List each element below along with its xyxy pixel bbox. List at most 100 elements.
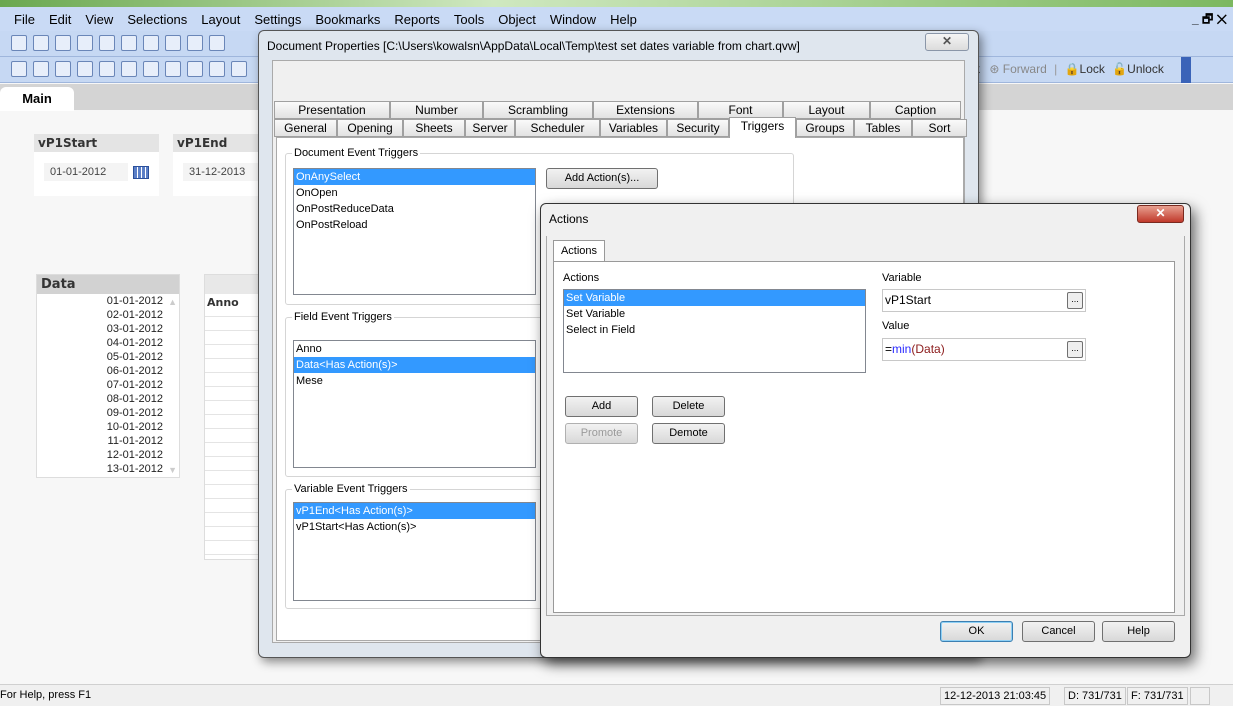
multibox-icon[interactable]	[165, 61, 181, 77]
listbox-item[interactable]: 02-01-2012	[37, 308, 163, 322]
tab-server[interactable]: Server	[465, 119, 515, 137]
listbox-item[interactable]: 05-01-2012	[37, 350, 163, 364]
unlock-button[interactable]: 🔓Unlock	[1112, 62, 1164, 76]
variable-input[interactable]: vP1Start...	[882, 289, 1086, 312]
trigger-item[interactable]: OnPostReload	[294, 217, 535, 233]
checkbox-icon[interactable]	[231, 61, 247, 77]
variable-triggers-list[interactable]: vP1End<Has Action(s)> vP1Start<Has Action…	[293, 502, 536, 601]
menu-layout[interactable]: Layout	[201, 12, 240, 27]
tab-tables[interactable]: Tables	[854, 119, 912, 137]
sum-icon[interactable]	[121, 61, 137, 77]
trigger-item[interactable]: vP1End<Has Action(s)>	[294, 503, 535, 519]
trigger-item[interactable]: OnPostReduceData	[294, 201, 535, 217]
trigger-item[interactable]: Mese	[294, 373, 535, 389]
tab-main[interactable]: Main	[0, 87, 74, 111]
menu-window[interactable]: Window	[550, 12, 596, 27]
document-triggers-list[interactable]: OnAnySelect OnOpen OnPostReduceData OnPostR…	[293, 168, 536, 295]
open-icon[interactable]	[33, 35, 49, 51]
tab-sort[interactable]: Sort	[912, 119, 967, 137]
menu-file[interactable]: File	[14, 12, 35, 27]
reload-data-icon[interactable]	[143, 35, 159, 51]
input-box-icon[interactable]	[209, 61, 225, 77]
browse-variable-button[interactable]: ...	[1067, 292, 1083, 309]
chart-icon[interactable]	[187, 61, 203, 77]
reload-icon[interactable]	[55, 35, 71, 51]
add-button[interactable]: Add	[565, 396, 638, 417]
table-icon[interactable]	[143, 61, 159, 77]
trigger-item[interactable]: vP1Start<Has Action(s)>	[294, 519, 535, 535]
browse-value-button[interactable]: ...	[1067, 341, 1083, 358]
scroll-up-icon[interactable]: ▲	[168, 297, 177, 307]
window-controls[interactable]: _ 🗗 ✕	[1192, 10, 1227, 31]
trigger-item[interactable]: Anno	[294, 341, 535, 357]
delete-button[interactable]: Delete	[652, 396, 725, 417]
listbox-item[interactable]: 07-01-2012	[37, 378, 163, 392]
add-actions-button[interactable]: Add Action(s)...	[546, 168, 658, 189]
menu-view[interactable]: View	[85, 12, 113, 27]
listbox-item[interactable]: 13-01-2012	[37, 462, 163, 476]
tab-opening[interactable]: Opening	[337, 119, 403, 137]
help-button[interactable]: Help	[1102, 621, 1175, 642]
tab-caption[interactable]: Caption	[870, 101, 961, 119]
new-icon[interactable]	[11, 35, 27, 51]
listbox-icon[interactable]	[99, 61, 115, 77]
trigger-item[interactable]: Data<Has Action(s)>	[294, 357, 535, 373]
undo-icon[interactable]	[165, 35, 181, 51]
listbox-item[interactable]: 08-01-2012	[37, 392, 163, 406]
scroll-down-icon[interactable]: ▼	[168, 465, 177, 475]
search-icon[interactable]	[209, 35, 225, 51]
tab-security[interactable]: Security	[667, 119, 729, 137]
menu-help[interactable]: Help	[610, 12, 637, 27]
menu-settings[interactable]: Settings	[254, 12, 301, 27]
action-item[interactable]: Set Variable	[564, 306, 865, 322]
tab-scheduler[interactable]: Scheduler	[515, 119, 600, 137]
close-icon[interactable]: ✕	[1137, 205, 1184, 223]
listbox-item[interactable]: 11-01-2012	[37, 434, 163, 448]
tab-general[interactable]: General	[274, 119, 337, 137]
menu-tools[interactable]: Tools	[454, 12, 484, 27]
actions-list[interactable]: Set Variable Set Variable Select in Field	[563, 289, 866, 373]
cancel-button[interactable]: Cancel	[1022, 621, 1095, 642]
vp1start-value[interactable]: 01-01-2012	[44, 163, 128, 181]
tab-scrambling[interactable]: Scrambling	[483, 101, 593, 119]
tab-actions[interactable]: Actions	[553, 240, 605, 262]
toolbar-overflow[interactable]	[1181, 57, 1191, 83]
tab-sheets[interactable]: Sheets	[403, 119, 465, 137]
menu-edit[interactable]: Edit	[49, 12, 71, 27]
close-icon[interactable]: ✕	[925, 33, 969, 51]
forward-icon[interactable]	[55, 61, 71, 77]
table-header-anno[interactable]: Anno	[205, 294, 261, 311]
back-icon[interactable]	[33, 61, 49, 77]
redo-icon[interactable]	[187, 35, 203, 51]
save-icon[interactable]	[77, 35, 93, 51]
tab-number[interactable]: Number	[390, 101, 483, 119]
promote-button[interactable]: Promote	[565, 423, 638, 444]
listbox-item[interactable]: 03-01-2012	[37, 322, 163, 336]
listbox-item[interactable]: 04-01-2012	[37, 336, 163, 350]
forward-button[interactable]: ⊛ Forward	[989, 62, 1046, 76]
trigger-item[interactable]: OnOpen	[294, 185, 535, 201]
field-triggers-list[interactable]: Anno Data<Has Action(s)> Mese	[293, 340, 536, 468]
menu-object[interactable]: Object	[498, 12, 536, 27]
action-item[interactable]: Set Variable	[564, 290, 865, 306]
tab-layout[interactable]: Layout	[783, 101, 870, 119]
action-item[interactable]: Select in Field	[564, 322, 865, 338]
tab-triggers[interactable]: Triggers	[729, 117, 796, 138]
listbox-item[interactable]: 09-01-2012	[37, 406, 163, 420]
listbox-item[interactable]: 10-01-2012	[37, 420, 163, 434]
new-sheet-icon[interactable]	[11, 61, 27, 77]
listbox-item[interactable]: 12-01-2012	[37, 448, 163, 462]
ok-button[interactable]: OK	[940, 621, 1013, 642]
print-icon[interactable]	[99, 35, 115, 51]
properties-icon[interactable]	[77, 61, 93, 77]
calendar-icon[interactable]	[133, 166, 149, 179]
value-input[interactable]: =min(Data)...	[882, 338, 1086, 361]
trigger-item[interactable]: OnAnySelect	[294, 169, 535, 185]
lock-button[interactable]: 🔒Lock	[1065, 62, 1105, 76]
menu-selections[interactable]: Selections	[127, 12, 187, 27]
vp1end-value[interactable]: 31-12-2013	[183, 163, 263, 181]
listbox-item[interactable]: 06-01-2012	[37, 364, 163, 378]
tab-extensions[interactable]: Extensions	[593, 101, 698, 119]
demote-button[interactable]: Demote	[652, 423, 725, 444]
menu-reports[interactable]: Reports	[394, 12, 440, 27]
